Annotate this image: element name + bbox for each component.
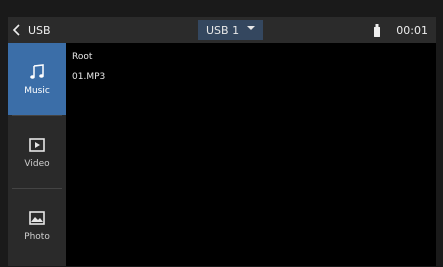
music-note-icon: [28, 63, 46, 81]
source-dropdown[interactable]: USB 1: [198, 20, 264, 40]
caret-down-icon: [247, 26, 256, 30]
sidebar-item-label: Video: [24, 158, 50, 169]
sidebar-item-music[interactable]: Music: [8, 43, 66, 115]
usb-drive-icon: [374, 23, 381, 37]
sidebar-item-video[interactable]: Video: [8, 116, 66, 188]
photo-icon: [28, 209, 46, 227]
sidebar-item-label: Music: [24, 85, 50, 96]
back-button[interactable]: USB: [10, 17, 51, 43]
sidebar: Music Video Photo: [8, 43, 66, 266]
list-item[interactable]: 01.MP3: [72, 67, 436, 87]
video-play-icon: [28, 136, 46, 154]
list-item[interactable]: Root: [72, 47, 436, 67]
back-label: USB: [28, 23, 51, 37]
media-player-screen: USB USB 1 00:01 Music Video Photo Root 0…: [8, 17, 436, 266]
sidebar-item-label: Photo: [24, 231, 50, 242]
status-area: 00:01: [374, 17, 428, 43]
top-bar: USB USB 1 00:01: [8, 17, 436, 43]
sidebar-item-photo[interactable]: Photo: [8, 189, 66, 261]
clock-time: 00:01: [396, 23, 428, 37]
source-selected-value: USB 1: [206, 23, 240, 37]
chevron-left-icon: [10, 23, 24, 37]
file-list: Root 01.MP3: [72, 47, 436, 87]
